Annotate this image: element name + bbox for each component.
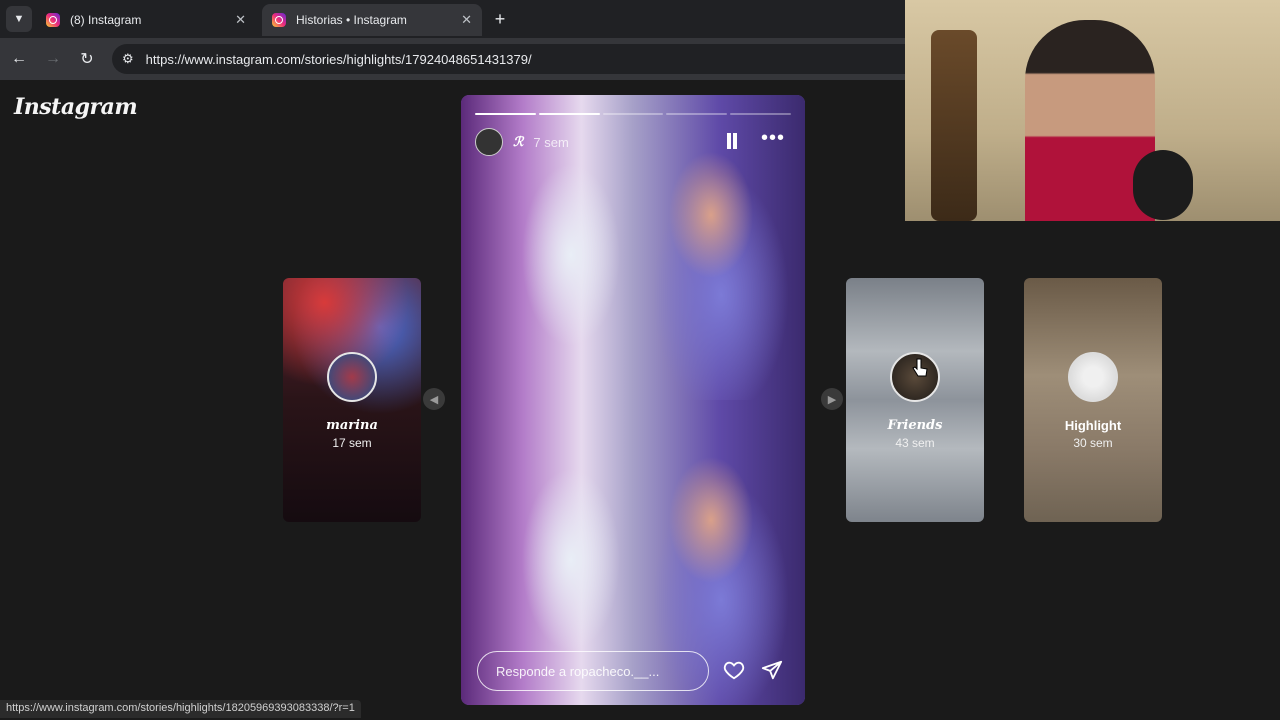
hand-cursor-icon: [912, 358, 928, 377]
highlight-card-marina[interactable]: marina 17 sem: [283, 278, 421, 522]
guitar-image: [931, 30, 977, 221]
story-header: ℛ 7 sem •••: [475, 125, 791, 159]
forward-button[interactable]: →: [38, 44, 68, 74]
reply-placeholder: Responde a ropacheco.__...: [496, 663, 660, 679]
highlight-name: Friends: [887, 418, 943, 433]
plus-icon: +: [494, 8, 506, 29]
highlight-name: marina: [326, 418, 378, 433]
tab-search-button[interactable]: ▼: [6, 6, 32, 32]
chevron-left-icon: ◀: [429, 393, 439, 406]
send-icon[interactable]: [761, 659, 783, 681]
chevron-right-icon: ▶: [827, 393, 837, 406]
back-button[interactable]: ←: [4, 44, 34, 74]
story-progress-bar: [475, 113, 791, 115]
highlight-card-friends[interactable]: Friends 43 sem: [846, 278, 984, 522]
tab-instagram[interactable]: (8) Instagram ✕: [36, 4, 256, 36]
pause-icon[interactable]: [725, 133, 739, 149]
avatar[interactable]: [475, 128, 503, 156]
microphone-image: [1133, 150, 1193, 220]
close-icon[interactable]: ✕: [461, 12, 472, 28]
reload-button[interactable]: ↻: [72, 44, 102, 74]
heart-icon[interactable]: [723, 659, 745, 681]
instagram-favicon-icon: [46, 13, 60, 27]
avatar: [327, 352, 377, 402]
highlight-card-highlight[interactable]: Highlight 30 sem: [1024, 278, 1162, 522]
url-text: https://www.instagram.com/stories/highli…: [145, 51, 532, 67]
new-tab-button[interactable]: +: [490, 8, 510, 30]
more-options-icon[interactable]: •••: [761, 127, 785, 150]
reload-icon: ↻: [80, 51, 94, 68]
chevron-down-icon: ▼: [13, 13, 25, 25]
avatar: [1068, 352, 1118, 402]
highlight-time: 30 sem: [1073, 436, 1113, 450]
site-settings-icon[interactable]: ⚙: [122, 51, 134, 67]
tab-title: Historias • Instagram: [296, 13, 407, 27]
previous-story-button[interactable]: ◀: [423, 388, 445, 410]
arrow-left-icon: ←: [11, 50, 27, 67]
story-time: 7 sem: [533, 134, 569, 150]
close-icon[interactable]: ✕: [235, 12, 246, 28]
reply-input[interactable]: Responde a ropacheco.__...: [477, 651, 709, 691]
highlight-time: 17 sem: [332, 436, 372, 450]
arrow-right-icon: →: [45, 50, 61, 67]
instagram-logo[interactable]: Instagram: [14, 94, 138, 120]
highlight-name: Highlight: [1064, 418, 1122, 433]
highlight-time: 43 sem: [895, 436, 935, 450]
story-viewer[interactable]: ℛ 7 sem ••• Responde a ropacheco.__...: [461, 95, 805, 705]
webcam-overlay: [905, 0, 1280, 221]
instagram-favicon-icon: [272, 13, 286, 27]
story-username[interactable]: ℛ: [513, 134, 523, 150]
tab-historias[interactable]: Historias • Instagram ✕: [262, 4, 482, 36]
status-bar-url: https://www.instagram.com/stories/highli…: [0, 700, 361, 718]
next-story-button[interactable]: ▶: [821, 388, 843, 410]
tab-title: (8) Instagram: [70, 13, 142, 27]
